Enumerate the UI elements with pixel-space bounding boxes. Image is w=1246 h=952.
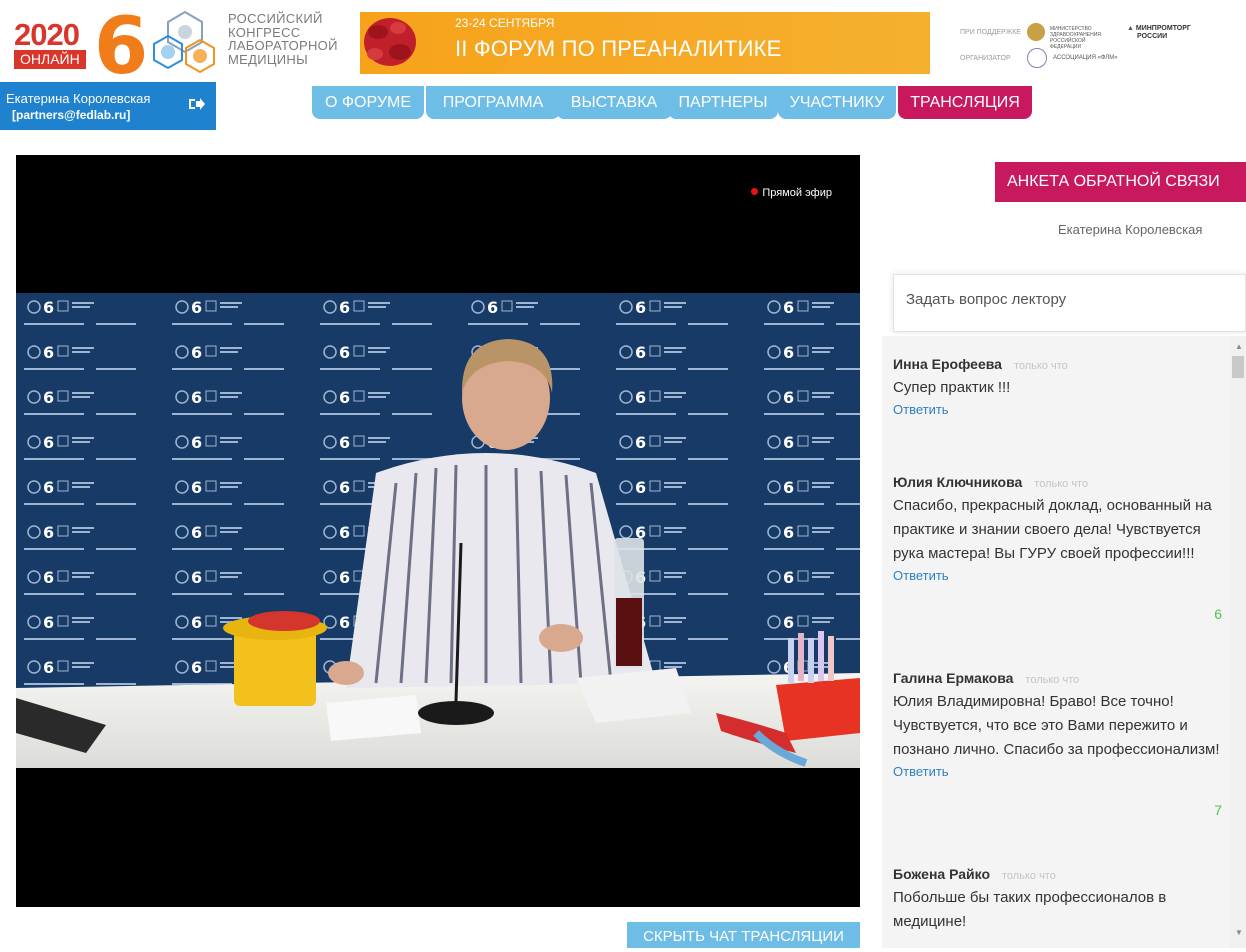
reply-link[interactable]: Ответить [893, 764, 949, 779]
user-email: [partners@fedlab.ru] [12, 108, 131, 122]
video-frame: 6 [16, 293, 860, 768]
nav-item-partners[interactable]: ПАРТНЕРЫ [668, 86, 778, 119]
scroll-up-icon[interactable]: ▲ [1235, 342, 1243, 351]
likes-count[interactable]: 7 [1214, 802, 1222, 818]
user-name: Екатерина Королевская [6, 91, 151, 106]
message-author: Инна Ерофеева [893, 356, 1002, 372]
reply-link[interactable]: Ответить [893, 568, 949, 583]
sponsors-area: ПРИ ПОДДЕРЖКЕ МИНИСТЕРСТВО ЗДРАВООХРАНЕН… [930, 12, 1246, 74]
message-text: Спасибо, прекрасный доклад, основанный н… [893, 497, 1212, 562]
user-box: Екатерина Королевская [partners@fedlab.r… [0, 82, 216, 130]
congress-title: РОССИЙСКИЙ КОНГРЕСС ЛАБОРАТОРНОЙ МЕДИЦИН… [228, 12, 338, 66]
congress-logo-area: 2020 ОНЛАЙН 6 РОССИЙСКИЙ КОНГРЕСС ЛАБОРА… [0, 0, 370, 92]
congress-line-2: КОНГРЕСС [228, 24, 301, 40]
nav-item-broadcast[interactable]: ТРАНСЛЯЦИЯ [898, 86, 1032, 119]
message-time: только что [1013, 360, 1068, 372]
feedback-form-button[interactable]: АНКЕТА ОБРАТНОЙ СВЯЗИ [995, 162, 1246, 202]
nav-item-about[interactable]: О ФОРУМЕ [312, 86, 424, 119]
association-logo-icon [1027, 48, 1047, 68]
message-time: только что [1002, 870, 1056, 882]
hide-chat-button[interactable]: СКРЫТЬ ЧАТ ТРАНСЛЯЦИИ [627, 922, 860, 948]
question-input[interactable]: Задать вопрос лектору [893, 274, 1246, 332]
video-player[interactable]: Прямой эфир 6 [16, 155, 860, 907]
ministry-emblem-icon [1027, 23, 1045, 41]
year-text: 2020 [14, 17, 80, 52]
forum-dates: 23-24 СЕНТЯБРЯ [455, 16, 555, 30]
reply-link[interactable]: Ответить [893, 402, 949, 417]
live-dot-icon [751, 188, 759, 195]
message-header: Юлия Ключникова только что [893, 474, 1228, 490]
support-label: ПРИ ПОДДЕРЖКЕ [960, 29, 1021, 36]
congress-line-4: МЕДИЦИНЫ [228, 51, 308, 67]
live-indicator: Прямой эфир [751, 187, 832, 199]
ministry-text: МИНИСТЕРСТВО ЗДРАВООХРАНЕНИЯ РОССИЙСКОЙ … [1050, 26, 1101, 50]
congress-number: 6 [94, 2, 149, 92]
panel-user-name: Екатерина Королевская [1058, 222, 1203, 237]
message-header: Галина Ермакова только что [893, 670, 1228, 686]
message-text: Побольше бы таких профессионалов в медиц… [893, 889, 1167, 930]
online-badge: ОНЛАЙН [14, 50, 86, 69]
organizer-label: ОРГАНИЗАТОР [960, 55, 1011, 62]
hexagon-logo-icon [153, 10, 215, 74]
forum-banner: 23-24 СЕНТЯБРЯ II ФОРУМ ПО ПРЕАНАЛИТИКЕ [360, 12, 930, 74]
message-time: только что [1034, 478, 1089, 490]
message-author: Божена Райко [893, 866, 991, 882]
nav-item-participant[interactable]: УЧАСТНИКУ [778, 86, 896, 119]
chat-message: Юлия Ключникова только что Спасибо, прекр… [893, 474, 1228, 622]
chat-message: Галина Ермакова только что Юлия Владимиро… [893, 670, 1228, 818]
forum-title: II ФОРУМ ПО ПРЕАНАЛИТИКЕ [455, 36, 782, 61]
minprom-logo: ▲ МИНПРОМТОРГ РОССИИ [1127, 25, 1191, 40]
scroll-down-icon[interactable]: ▼ [1235, 928, 1243, 937]
nav-item-program[interactable]: ПРОГРАММА [426, 86, 560, 119]
likes-count[interactable]: 6 [1214, 606, 1222, 622]
year-badge: 2020 ОНЛАЙН [14, 17, 94, 69]
congress-line-1: РОССИЙСКИЙ [228, 11, 323, 26]
logout-icon[interactable] [188, 96, 206, 112]
message-header: Божена Райко только что [893, 866, 1228, 882]
scrollbar-thumb[interactable] [1232, 356, 1244, 378]
message-text: Супер практик !!! [893, 379, 1011, 396]
chat-list: Инна Ерофеева только что Супер практик !!… [882, 336, 1246, 948]
chat-scrollbar[interactable]: ▲ ▼ [1230, 336, 1246, 948]
message-header: Инна Ерофеева только что [893, 356, 1228, 372]
live-label: Прямой эфир [762, 187, 832, 199]
chat-message: Божена Райко только что Побольше бы таких… [893, 866, 1228, 934]
chat-message: Инна Ерофеева только что Супер практик !!… [893, 356, 1228, 419]
association-text: АССОЦИАЦИЯ «ФЛМ» [1053, 55, 1118, 61]
message-time: только что [1025, 674, 1080, 686]
minprom-line-2: РОССИИ [1137, 33, 1168, 40]
congress-line-3: ЛАБОРАТОРНОЙ [228, 38, 338, 53]
video-scene-image: 6 [16, 293, 860, 768]
nav-item-exhibition[interactable]: ВЫСТАВКА [556, 86, 672, 119]
event-banner: 2020 ОНЛАЙН 6 РОССИЙСКИЙ КОНГРЕСС ЛАБОРА… [0, 0, 1246, 92]
minprom-line-1: МИНПРОМТОРГ [1135, 25, 1191, 32]
message-author: Юлия Ключникова [893, 474, 1023, 490]
message-author: Галина Ермакова [893, 670, 1014, 686]
message-text: Юлия Владимировна! Браво! Все точно! Чув… [893, 693, 1220, 758]
blood-cells-icon [364, 18, 416, 66]
